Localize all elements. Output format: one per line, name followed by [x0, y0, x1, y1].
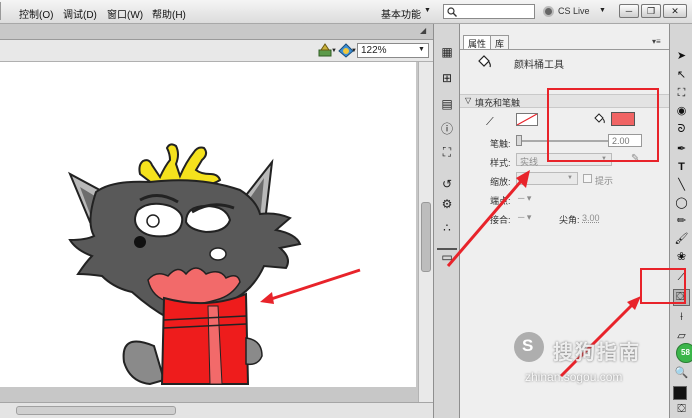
menu-help[interactable]: 帮助(H): [152, 6, 186, 21]
stroke-color-pencil-icon: ⟋: [486, 116, 494, 128]
3d-rotation-tool-icon[interactable]: ◉: [674, 104, 689, 119]
document-edit-bar: ▼ ▼ 122% ▼: [0, 40, 433, 62]
selection-tool-icon[interactable]: ➤: [674, 49, 689, 64]
panel-menu-icon[interactable]: ▾≡: [652, 37, 661, 46]
zoom-tool-icon[interactable]: 🔍: [674, 366, 689, 381]
zoom-select[interactable]: 122% ▼: [357, 43, 429, 58]
annotation-box-fill-color: [547, 88, 659, 162]
edit-symbols-dropdown-icon[interactable]: ▼: [331, 48, 337, 54]
collapse-icon[interactable]: ◢: [420, 26, 426, 35]
eyedropper-tool-icon[interactable]: ⟊: [674, 310, 689, 325]
menu-window[interactable]: 窗口(W): [107, 6, 143, 21]
tab-properties[interactable]: 属性: [463, 35, 492, 49]
tab-divider: [460, 49, 669, 50]
wolf-character-artwork[interactable]: [0, 62, 416, 387]
menu-separator: [0, 2, 4, 20]
stage-horizontal-scrollbar[interactable]: [0, 402, 433, 418]
zoom-value: 122%: [361, 45, 387, 56]
fill-color-tool-icon[interactable]: ⛋: [674, 402, 689, 417]
hint-label: 提示: [595, 176, 614, 186]
stroke-slider-thumb[interactable]: [516, 135, 522, 146]
vertical-scroll-thumb[interactable]: [421, 202, 431, 272]
stroke-color-swatch[interactable]: [516, 113, 538, 126]
help-search-input[interactable]: [443, 4, 535, 19]
badge: 58: [676, 343, 692, 363]
section-collapse-icon: ▽: [465, 96, 472, 105]
text-tool-icon[interactable]: T: [674, 160, 689, 175]
scale-dropdown-icon: ▼: [567, 175, 573, 181]
robe: [160, 292, 250, 385]
menu-debug[interactable]: 调试(D): [63, 6, 97, 21]
stage-area: [0, 62, 433, 402]
paw: [245, 337, 263, 366]
cs-live-icon: [543, 6, 554, 17]
color-swatches-icon[interactable]: ▦: [439, 44, 455, 60]
workspace-switcher[interactable]: 基本功能: [381, 6, 421, 21]
menu-bar: 控制(O) 调试(D) 窗口(W) 帮助(H) 基本功能 ▼ CS Live ▼…: [0, 0, 692, 24]
no-color-icon: [516, 113, 538, 126]
minimize-button[interactable]: ─: [619, 4, 639, 18]
watermark-url: zhinan.sogou.com: [525, 370, 623, 384]
watermark-brand: 搜狗指南: [553, 342, 641, 364]
oval-tool-icon[interactable]: ◯: [674, 196, 689, 211]
miter-label: 尖角:: [559, 215, 580, 225]
mole: [134, 236, 146, 248]
menu-control[interactable]: 控制(O): [19, 6, 53, 21]
brush-tool-icon[interactable]: 🖌: [674, 232, 689, 247]
restore-button[interactable]: ❐: [641, 4, 661, 18]
annotation-arrow-panel: [446, 170, 530, 267]
annotation-arrow-stage: [260, 268, 361, 304]
subselection-tool-icon[interactable]: ↖: [674, 68, 689, 83]
eraser-tool-icon[interactable]: ▱: [674, 329, 689, 344]
info-icon[interactable]: ⓘ: [439, 121, 455, 137]
cs-live-dropdown-icon[interactable]: ▼: [599, 7, 606, 14]
section-title: 填充和笔触: [475, 98, 521, 108]
align-icon[interactable]: ▤: [439, 96, 455, 112]
hint-checkbox[interactable]: [583, 174, 592, 183]
free-transform-tool-icon[interactable]: ⛶: [674, 86, 689, 101]
transform-icon[interactable]: ⛶: [439, 144, 455, 160]
tool-name: 颜料桶工具: [514, 60, 564, 71]
cs-live-button[interactable]: CS Live: [558, 6, 590, 16]
miter-value[interactable]: 3.00: [582, 213, 600, 223]
nose: [209, 247, 227, 261]
stroke-color-tool-swatch[interactable]: [673, 386, 687, 400]
tab-library[interactable]: 库: [490, 35, 510, 49]
right-eye: [184, 204, 232, 234]
workspace-dropdown-icon[interactable]: ▼: [424, 7, 431, 14]
stage-vertical-scrollbar[interactable]: [418, 62, 433, 402]
stroke-label: 笔触:: [490, 139, 511, 149]
horizontal-scroll-thumb[interactable]: [16, 406, 176, 415]
library-icon[interactable]: ⊞: [439, 70, 455, 86]
document-tab-strip: ◢: [0, 24, 433, 40]
close-button[interactable]: ✕: [663, 4, 687, 18]
sogou-logo-icon: S: [514, 332, 544, 362]
tail: [122, 340, 166, 386]
paint-bucket-tool-icon: [478, 55, 491, 68]
annotation-box-paint-bucket: [640, 268, 686, 304]
pen-tool-icon[interactable]: ✒: [674, 142, 689, 157]
stage[interactable]: [0, 62, 416, 387]
pencil-tool-icon[interactable]: ✏: [674, 214, 689, 229]
zoom-dropdown-icon: ▼: [418, 46, 425, 53]
search-icon: [447, 7, 457, 17]
lasso-tool-icon[interactable]: ᘐ: [674, 122, 689, 137]
line-tool-icon[interactable]: ╲: [674, 178, 689, 193]
deco-tool-icon[interactable]: ❀: [674, 250, 689, 265]
